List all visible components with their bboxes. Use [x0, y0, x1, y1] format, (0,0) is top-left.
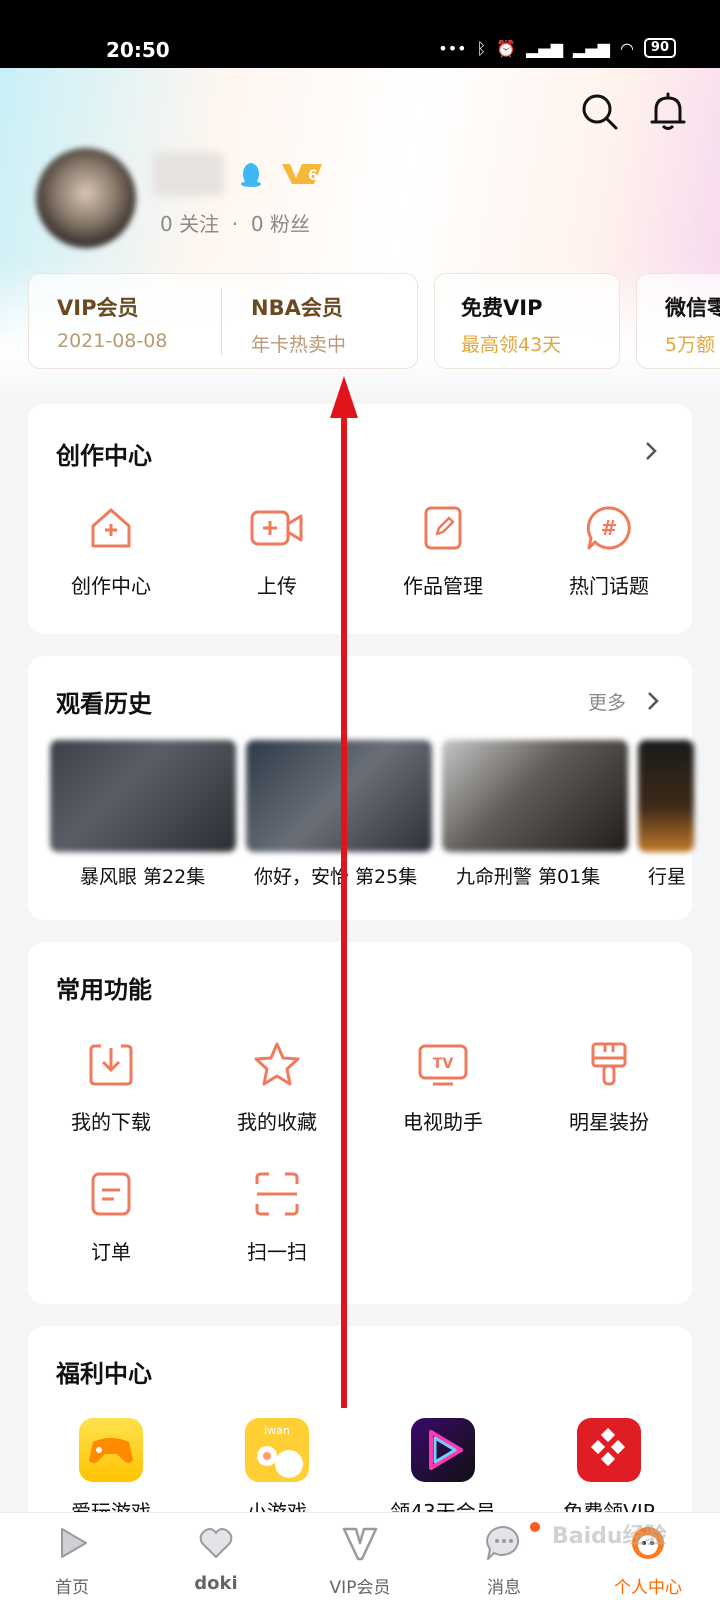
- history-thumb[interactable]: [638, 740, 694, 852]
- video-app-icon[interactable]: [411, 1418, 475, 1482]
- download-icon: [89, 1044, 133, 1086]
- vip-title: VIP会员: [57, 296, 139, 320]
- video-camera-plus-icon: [250, 510, 303, 546]
- wechat-card[interactable]: 微信零 5万额: [636, 273, 720, 369]
- order-tile[interactable]: 订单: [28, 1170, 194, 1265]
- history-label[interactable]: 你好，安怡 第25集: [254, 862, 417, 889]
- history-thumb[interactable]: [246, 740, 432, 852]
- vip-v-icon: [342, 1527, 378, 1561]
- favorites-tile[interactable]: 我的收藏: [194, 1040, 360, 1135]
- upload-tile[interactable]: 上传: [194, 504, 360, 599]
- vip-expire-date: 2021-08-08: [57, 330, 168, 352]
- svg-text:TV: TV: [433, 1056, 454, 1072]
- tv-icon: TV: [418, 1044, 468, 1086]
- bell-icon[interactable]: [648, 92, 688, 132]
- free-vip-card[interactable]: 免费VIP 最高领43天: [434, 273, 620, 369]
- more-dots-icon: •••: [438, 38, 467, 58]
- gamepad-icon: [89, 1438, 133, 1463]
- nba-title: NBA会员: [251, 296, 343, 320]
- bluetooth-icon: ᛒ: [476, 38, 487, 58]
- dots-logo-icon: [590, 1427, 626, 1467]
- signal-icon-2: ▂▄▆: [573, 38, 610, 58]
- status-time: 20:50: [106, 38, 170, 62]
- wifi-icon: ◠: [619, 38, 634, 58]
- free-vip-app-icon[interactable]: [577, 1418, 641, 1482]
- follow-fans-text[interactable]: 0 关注 · 0 粉丝: [160, 208, 310, 237]
- search-icon[interactable]: [580, 92, 620, 132]
- game-app-icon[interactable]: [79, 1418, 143, 1482]
- functions-card: 常用功能 我的下载 我的收藏 TV 电视助手 明星装扮 订单 扫一扫: [28, 942, 692, 1304]
- tab-vip[interactable]: VIP会员: [288, 1513, 432, 1600]
- download-tile[interactable]: 我的下载: [28, 1040, 194, 1135]
- hashtag-bubble-icon: #: [586, 506, 631, 550]
- star-icon: [254, 1042, 300, 1086]
- tab-doki[interactable]: doki: [144, 1513, 288, 1600]
- watermark: Baidu经验: [552, 1524, 667, 1549]
- star-dressup-tile[interactable]: 明星装扮: [526, 1040, 692, 1135]
- svg-text:#: #: [601, 516, 618, 540]
- welfare-title: 福利中心: [56, 1360, 152, 1388]
- heart-icon: [199, 1528, 233, 1558]
- brush-icon: [591, 1042, 627, 1086]
- status-icons: ••• ᛒ ⏰ ▂▄▆ ▂▄▆ ◠ 90: [438, 38, 676, 58]
- paw-icon: iwan: [257, 1424, 303, 1478]
- history-more-link[interactable]: 更多: [588, 688, 626, 715]
- signal-icon: ▂▄▆: [526, 38, 564, 58]
- chat-bubble-icon: [486, 1525, 519, 1560]
- history-thumb[interactable]: [50, 740, 236, 852]
- creation-card: 创作中心 创作中心 上传 作品管理 # 热门话题: [28, 404, 692, 634]
- creation-title: 创作中心: [56, 442, 152, 470]
- house-plus-icon: [91, 508, 131, 548]
- messages-unread-dot: [530, 1522, 540, 1532]
- avatar[interactable]: [36, 148, 136, 248]
- functions-title: 常用功能: [56, 976, 152, 1004]
- creation-center-tile[interactable]: 创作中心: [28, 504, 194, 599]
- hot-topics-tile[interactable]: # 热门话题: [526, 504, 692, 599]
- tv-assistant-tile[interactable]: TV 电视助手: [360, 1040, 526, 1135]
- vip-card-main[interactable]: VIP会员 2021-08-08 NBA会员 年卡热卖中: [28, 273, 418, 369]
- battery-icon: 90: [643, 38, 676, 58]
- history-label[interactable]: 行星: [648, 862, 686, 889]
- status-bar: 20:50 ••• ᛒ ⏰ ▂▄▆ ▂▄▆ ◠ 90: [0, 0, 720, 68]
- history-label[interactable]: 九命刑警 第01集: [456, 862, 600, 889]
- home-play-icon: [61, 1528, 87, 1558]
- scan-icon: [255, 1172, 299, 1216]
- history-thumb[interactable]: [442, 740, 628, 852]
- nba-sub: 年卡热卖中: [251, 334, 347, 356]
- mini-game-app-icon[interactable]: iwan: [245, 1418, 309, 1482]
- wechat-sub: 5万额: [665, 334, 716, 356]
- svg-text:iwan: iwan: [264, 1424, 290, 1437]
- qq-penguin-icon: [241, 163, 261, 187]
- history-label[interactable]: 暴风眼 第22集: [80, 862, 205, 889]
- free-vip-title: 免费VIP: [461, 296, 543, 320]
- wechat-title: 微信零: [665, 296, 720, 320]
- nickname-blurred: [152, 152, 224, 196]
- works-manage-tile[interactable]: 作品管理: [360, 504, 526, 599]
- order-icon: [91, 1172, 131, 1216]
- edit-document-icon: [424, 506, 462, 550]
- svg-text:6: 6: [308, 168, 318, 184]
- history-title: 观看历史: [56, 690, 152, 718]
- play-triangle-icon: [429, 1430, 463, 1470]
- alarm-icon: ⏰: [496, 38, 517, 58]
- tab-home[interactable]: 首页: [0, 1513, 144, 1600]
- chevron-right-icon[interactable]: [644, 440, 658, 462]
- free-vip-sub: 最高领43天: [461, 334, 562, 356]
- chevron-right-icon[interactable]: [646, 690, 660, 712]
- vip-level-badge-icon: 6: [282, 164, 322, 184]
- scan-tile[interactable]: 扫一扫: [194, 1170, 360, 1265]
